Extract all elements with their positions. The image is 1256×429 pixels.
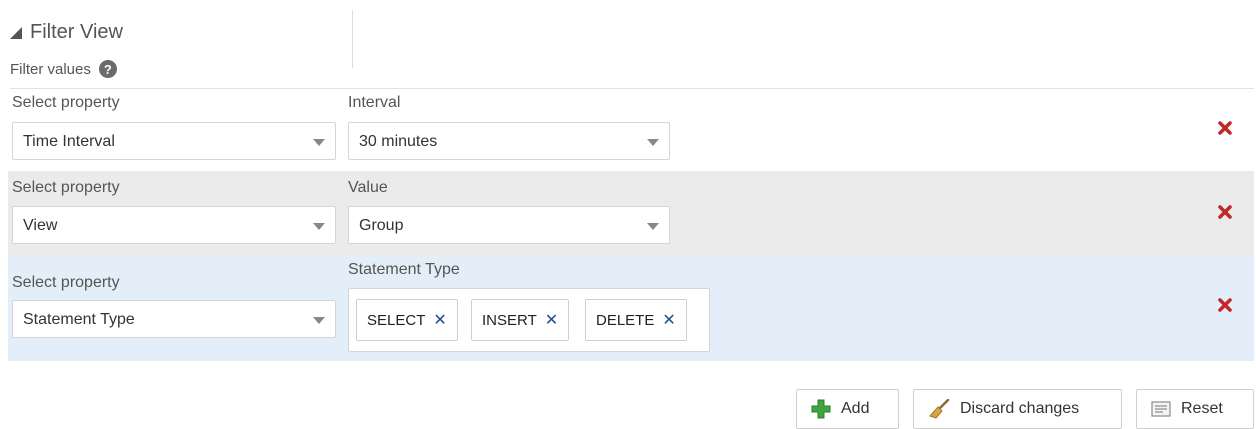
value-label: Interval xyxy=(348,94,401,111)
dropdown-caret-icon xyxy=(313,223,325,230)
property-select[interactable]: Statement Type xyxy=(12,300,336,338)
tag-label: SELECT xyxy=(367,311,426,329)
remove-tag-icon[interactable]: ✕ xyxy=(433,310,446,330)
filter-row-statement-type: Select property Statement Type Statement… xyxy=(8,255,1254,361)
property-select-value: View xyxy=(23,217,58,234)
remove-tag-icon[interactable]: ✕ xyxy=(662,310,675,330)
discard-changes-button[interactable]: Discard changes xyxy=(913,389,1122,429)
plus-icon xyxy=(811,399,831,419)
help-icon[interactable]: ? xyxy=(98,60,117,78)
tag-delete: DELETE ✕ xyxy=(585,299,687,341)
value-label: Statement Type xyxy=(348,261,460,278)
dropdown-caret-icon xyxy=(313,139,325,146)
filter-row-time-interval: Select property Time Interval Interval 3… xyxy=(8,89,1254,171)
interval-select[interactable]: 30 minutes xyxy=(348,122,670,160)
statement-type-multiselect[interactable]: SELECT ✕ INSERT ✕ DELETE ✕ xyxy=(348,288,710,352)
broom-icon xyxy=(928,399,950,419)
value-select-value: Group xyxy=(359,217,404,234)
dropdown-caret-icon xyxy=(313,317,325,324)
reset-button-label: Reset xyxy=(1181,400,1223,417)
filter-values-label: Filter values xyxy=(10,60,91,78)
filter-view-title: Filter View xyxy=(30,20,123,43)
add-button-label: Add xyxy=(841,400,870,417)
delete-row-icon[interactable] xyxy=(1217,297,1233,313)
tag-insert: INSERT ✕ xyxy=(471,299,570,341)
remove-tag-icon[interactable]: ✕ xyxy=(545,310,558,330)
filter-view-header[interactable]: Filter View xyxy=(10,18,123,46)
dropdown-caret-icon xyxy=(647,139,659,146)
form-reset-icon xyxy=(1151,400,1171,418)
tag-select: SELECT ✕ xyxy=(356,299,458,341)
property-select-value: Time Interval xyxy=(23,133,115,150)
property-label: Select property xyxy=(12,274,120,291)
filter-values-label-group: Filter values ? xyxy=(10,60,117,78)
collapse-triangle-icon xyxy=(10,27,22,39)
value-label: Value xyxy=(348,179,388,196)
dropdown-caret-icon xyxy=(647,223,659,230)
tag-label: DELETE xyxy=(596,311,655,329)
add-button[interactable]: Add xyxy=(796,389,899,429)
interval-select-value: 30 minutes xyxy=(359,133,438,150)
value-select[interactable]: Group xyxy=(348,206,670,244)
discard-changes-label: Discard changes xyxy=(960,400,1080,417)
property-select-value: Statement Type xyxy=(23,311,135,328)
property-label: Select property xyxy=(12,179,120,196)
filter-row-view: Select property View Value Group xyxy=(8,171,1254,255)
delete-row-icon[interactable] xyxy=(1217,204,1233,220)
property-label: Select property xyxy=(12,94,120,111)
property-select[interactable]: View xyxy=(12,206,336,244)
reset-button[interactable]: Reset xyxy=(1136,389,1254,429)
vertical-divider xyxy=(352,10,353,68)
property-select[interactable]: Time Interval xyxy=(12,122,336,160)
delete-row-icon[interactable] xyxy=(1217,120,1233,136)
tag-label: INSERT xyxy=(482,311,537,329)
